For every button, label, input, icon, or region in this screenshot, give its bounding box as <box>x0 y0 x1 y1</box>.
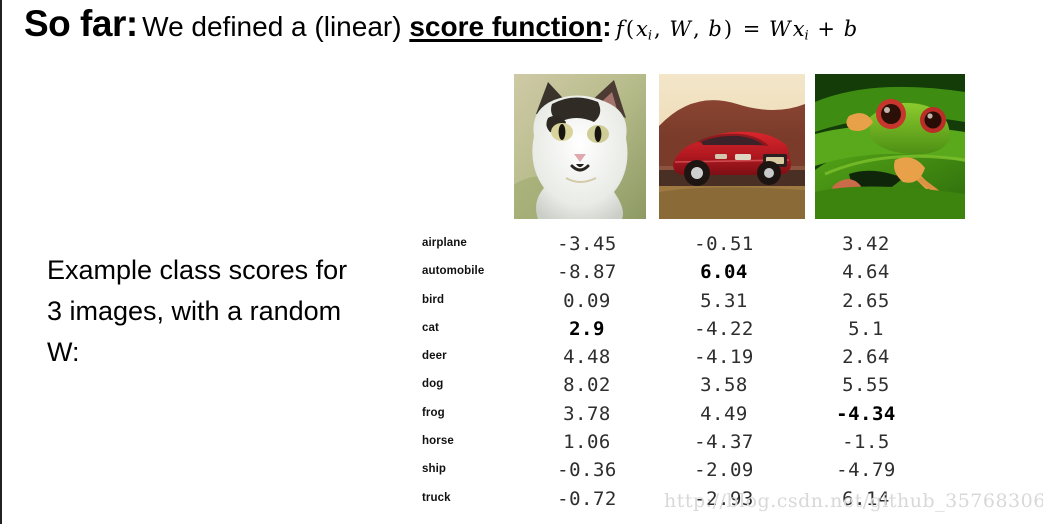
score-cell: 5.1 <box>848 317 884 340</box>
table-row: truck -0.72 -2.93 6.14 <box>417 488 977 516</box>
class-label-automobile: automobile <box>422 265 485 278</box>
score-cell: 3.78 <box>563 402 611 425</box>
score-cell: -0.72 <box>557 487 617 510</box>
score-cell: -1.5 <box>842 431 890 454</box>
score-cell: 2.9 <box>569 317 605 340</box>
title-description: We defined a (linear) <box>142 11 410 42</box>
score-cell: 2.64 <box>842 346 890 369</box>
score-cell: 4.49 <box>700 402 748 425</box>
score-cell: -4.22 <box>694 317 754 340</box>
class-label-dog: dog <box>422 378 444 391</box>
score-cell: 6.14 <box>842 487 890 510</box>
table-row: automobile -8.87 6.04 4.64 <box>417 261 977 289</box>
score-cell: -4.19 <box>694 346 754 369</box>
title-so-far: So far: <box>24 3 138 44</box>
class-label-ship: ship <box>422 463 447 476</box>
class-label-truck: truck <box>422 491 451 504</box>
page-title: So far: We defined a (linear) score func… <box>24 2 1034 48</box>
score-cell: 5.55 <box>842 374 890 397</box>
class-label-deer: deer <box>422 350 447 363</box>
table-row: bird 0.09 5.31 2.65 <box>417 290 977 318</box>
title-score-function: score function <box>409 11 603 42</box>
frog-thumbnail <box>815 74 965 219</box>
score-cell: 5.31 <box>700 289 748 312</box>
table-row: cat 2.9 -4.22 5.1 <box>417 318 977 346</box>
score-cell: 3.58 <box>700 374 748 397</box>
score-cell: -4.79 <box>836 459 896 482</box>
score-cell: 2.65 <box>842 289 890 312</box>
score-cell: -0.51 <box>694 233 754 255</box>
score-cell: 4.48 <box>563 346 611 369</box>
class-label-cat: cat <box>422 321 439 334</box>
score-function-formula: f(xi, W, b) = W xi + b <box>616 17 858 44</box>
car-thumbnail <box>659 74 805 219</box>
slide-canvas: So far: We defined a (linear) score func… <box>0 0 1043 524</box>
caption-text: Example class scores for 3 images, with … <box>47 255 348 367</box>
score-cell: 4.64 <box>842 261 890 284</box>
table-row: ship -0.36 -2.09 -4.79 <box>417 459 977 487</box>
title-colon: : <box>602 11 612 42</box>
score-cell: -8.87 <box>557 261 617 284</box>
class-label-airplane: airplane <box>422 237 467 249</box>
score-cell: -2.93 <box>694 487 754 510</box>
score-cell: -0.36 <box>557 459 617 482</box>
score-cell: -3.45 <box>557 233 617 255</box>
class-label-horse: horse <box>422 435 454 448</box>
class-label-frog: frog <box>422 406 445 419</box>
table-row: frog 3.78 4.49 -4.34 <box>417 403 977 431</box>
table-row: dog 8.02 3.58 5.55 <box>417 374 977 402</box>
class-scores-table: airplane -3.45 -0.51 3.42 automobile -8.87 6.0… <box>417 233 977 516</box>
score-cell: 3.42 <box>842 233 890 255</box>
table-row: horse 1.06 -4.37 -1.5 <box>417 431 977 459</box>
cat-thumbnail <box>514 74 646 219</box>
score-cell: -2.09 <box>694 459 754 482</box>
score-cell: 0.09 <box>563 289 611 312</box>
table-row: airplane -3.45 -0.51 3.42 <box>417 233 977 261</box>
class-label-bird: bird <box>422 293 445 306</box>
table-row: deer 4.48 -4.19 2.64 <box>417 346 977 374</box>
score-cell: -4.34 <box>836 402 896 425</box>
score-cell: 6.04 <box>700 261 748 284</box>
score-cell: 1.06 <box>563 431 611 454</box>
score-cell: 8.02 <box>563 374 611 397</box>
score-cell: -4.37 <box>694 431 754 454</box>
